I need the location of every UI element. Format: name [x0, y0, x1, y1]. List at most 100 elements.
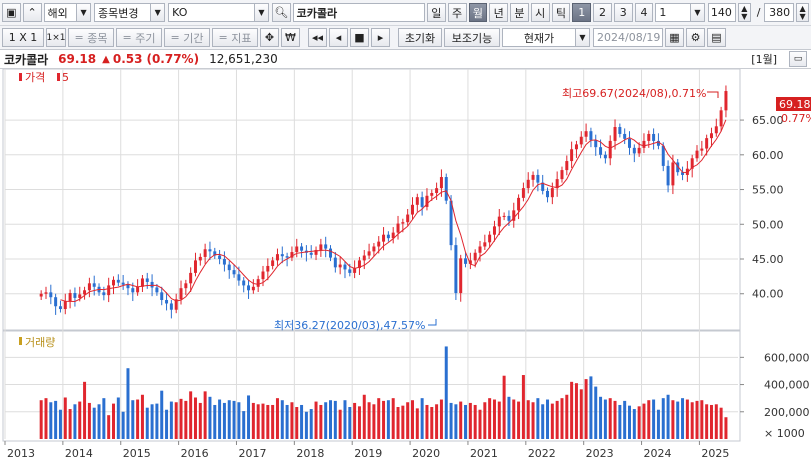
- count-4-button[interactable]: 4: [634, 3, 654, 22]
- candle-body: [695, 150, 699, 159]
- count-input[interactable]: 1: [655, 3, 692, 22]
- stock-overlay-button[interactable]: = 종목: [68, 28, 114, 47]
- date-input[interactable]: 2024/08/19: [593, 28, 663, 47]
- volume-bar: [54, 400, 58, 439]
- settings-gear-icon[interactable]: ⚙: [686, 28, 705, 47]
- market-select[interactable]: 해외: [43, 3, 78, 22]
- change-symbol-select[interactable]: 종목변경: [94, 3, 152, 22]
- candle-body: [116, 279, 120, 283]
- layout-button[interactable]: 1 X 1: [2, 28, 44, 47]
- stock-name-label: 코카콜라: [4, 52, 49, 67]
- volume-bar: [425, 404, 429, 439]
- candle-body: [608, 140, 612, 159]
- count-3-button[interactable]: 3: [613, 3, 633, 22]
- search-icon[interactable]: 🔍︎: [271, 3, 291, 22]
- candle-body: [131, 288, 135, 293]
- scroll-next-icon[interactable]: ▸: [371, 28, 390, 47]
- calendar-icon[interactable]: ▦: [665, 28, 684, 47]
- volume-bar: [444, 346, 448, 439]
- period-hour-button[interactable]: 시: [530, 3, 550, 22]
- count-dropdown-icon[interactable]: ▼: [691, 3, 705, 22]
- volume-bar: [348, 407, 352, 439]
- range-button[interactable]: = 기간: [164, 28, 210, 47]
- volume-bar: [507, 396, 511, 439]
- current-price-select[interactable]: 현재가: [502, 28, 576, 47]
- candle-body: [439, 177, 443, 189]
- grid-layout-button[interactable]: 1×1: [46, 28, 66, 47]
- volume-bar: [478, 409, 482, 439]
- volume-bar: [410, 400, 414, 439]
- visible-bars-spinner[interactable]: ▲ ▼: [737, 3, 751, 22]
- volume-bar: [145, 407, 149, 439]
- stock-chart[interactable]: 65.00 60.00 55.00 50.00 45.00 40.00 600,000 40…: [0, 69, 811, 460]
- volume-bar: [681, 398, 685, 439]
- symbol-dropdown-icon[interactable]: ▼: [255, 3, 269, 22]
- candle-body: [121, 282, 125, 285]
- period-tick-button[interactable]: 틱: [551, 3, 571, 22]
- symbol-input[interactable]: KO: [168, 3, 256, 22]
- candle-body: [473, 252, 477, 261]
- scroll-prev-icon[interactable]: ◂: [329, 28, 348, 47]
- period-year-button[interactable]: 년: [489, 3, 509, 22]
- cycle-button[interactable]: = 주기: [116, 28, 162, 47]
- volume-bar: [541, 404, 545, 439]
- candle-body: [377, 241, 381, 247]
- volume-bar: [126, 368, 130, 439]
- candle-body: [550, 188, 554, 198]
- volume-bar: [623, 400, 627, 439]
- candle-body: [531, 174, 535, 180]
- candle-body: [584, 131, 588, 137]
- volume-bar: [536, 398, 540, 439]
- volume-bar: [671, 400, 675, 439]
- total-bars-spinner[interactable]: ▲ ▼: [796, 3, 809, 22]
- volume-bar: [280, 400, 284, 439]
- volume-bar: [193, 397, 197, 439]
- volume-bar: [488, 398, 492, 439]
- period-minute-button[interactable]: 분: [510, 3, 529, 22]
- aux-function-button[interactable]: 보조기능: [444, 28, 500, 47]
- volume-legend-label: 거래량: [25, 336, 55, 349]
- volume-bar: [603, 399, 607, 439]
- panel-expand-icon[interactable]: ▭: [789, 51, 807, 67]
- candle-body: [112, 279, 115, 286]
- stop-icon[interactable]: ■: [350, 28, 369, 47]
- volume-bar: [439, 399, 443, 439]
- candle-body: [63, 301, 67, 310]
- period-month-button[interactable]: 월: [468, 3, 488, 22]
- volume-bar: [343, 400, 347, 439]
- volume-bar: [690, 402, 694, 439]
- crosshair-move-icon[interactable]: ✥: [260, 28, 279, 47]
- change-symbol-dropdown-icon[interactable]: ▼: [151, 3, 166, 22]
- candle-body: [256, 279, 260, 287]
- volume-bar: [449, 402, 453, 439]
- reset-button[interactable]: 초기화: [398, 28, 442, 47]
- volume-bar: [314, 401, 318, 439]
- candle-body: [642, 140, 646, 148]
- volume-bar: [49, 402, 53, 439]
- visible-bars-input[interactable]: 140: [707, 3, 736, 22]
- current-price-dropdown-icon[interactable]: ▼: [576, 28, 590, 47]
- candle-body: [536, 174, 540, 183]
- candle-body: [372, 246, 376, 252]
- market-dropdown-icon[interactable]: ▼: [77, 3, 91, 22]
- count-1-button[interactable]: 1: [572, 3, 592, 22]
- candle-body: [362, 255, 366, 261]
- period-week-button[interactable]: 주: [447, 3, 467, 22]
- candle-body: [155, 287, 159, 293]
- candle-body: [396, 223, 400, 233]
- candle-body: [410, 204, 414, 215]
- year-label: 2025: [701, 447, 729, 460]
- export-icon[interactable]: ▤: [707, 28, 726, 47]
- window-menu-icon[interactable]: ▣: [2, 3, 21, 22]
- expand-icon[interactable]: ⌃: [22, 3, 42, 22]
- candle-body: [454, 245, 458, 294]
- volume-bar: [594, 386, 598, 439]
- scroll-first-icon[interactable]: ◂◂: [308, 28, 327, 47]
- candle-body: [497, 216, 501, 227]
- volume-bar: [189, 391, 193, 439]
- count-2-button[interactable]: 2: [593, 3, 612, 22]
- price-tick-label: 60.00: [752, 149, 784, 162]
- currency-won-button[interactable]: ₩: [281, 28, 300, 47]
- indicator-button[interactable]: = 지표: [212, 28, 258, 47]
- period-day-button[interactable]: 일: [426, 3, 446, 22]
